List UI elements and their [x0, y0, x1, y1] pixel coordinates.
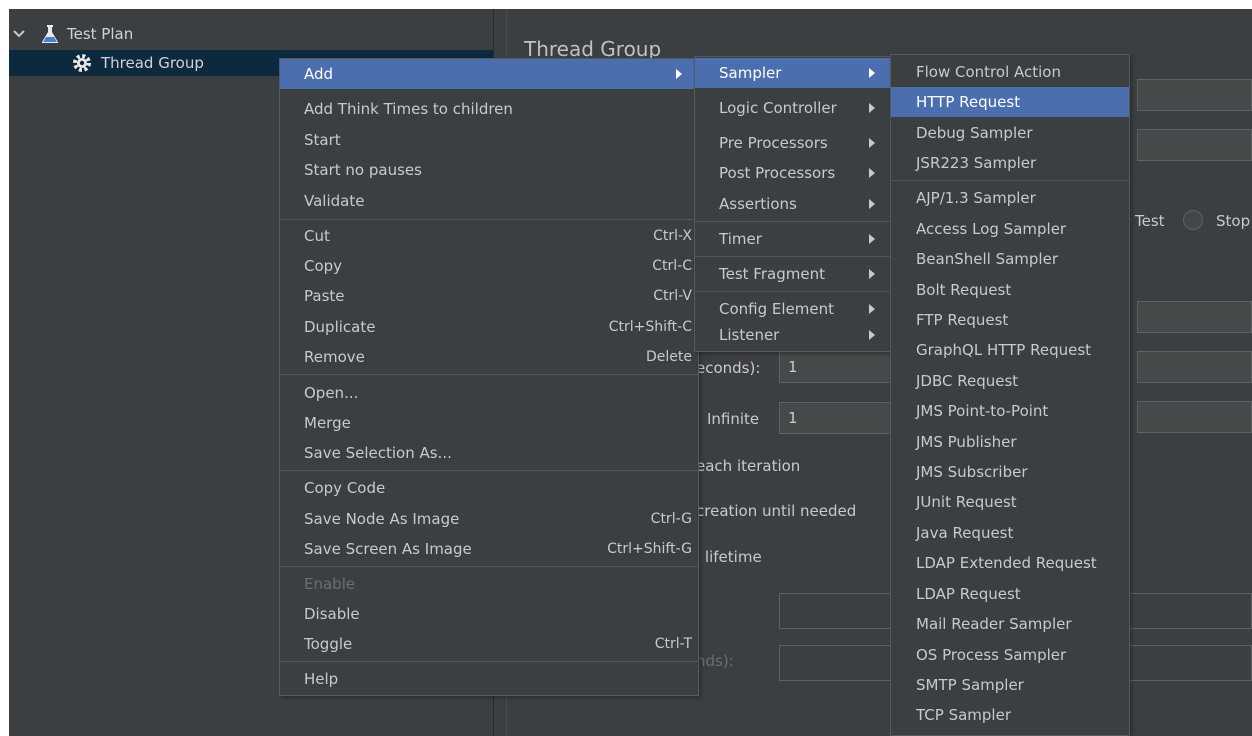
menu-separator — [280, 219, 698, 220]
menu-separator — [280, 661, 698, 662]
submenu-arrow-icon — [869, 103, 875, 113]
sampler-item[interactable]: LDAP Request — [891, 579, 1129, 609]
menu-item-toggle[interactable]: Toggle Ctrl-T — [280, 629, 698, 659]
submenu-arrow-icon — [869, 304, 875, 314]
menu-item-disable[interactable]: Disable — [280, 599, 698, 629]
submenu-item-test-fragment[interactable]: Test Fragment — [695, 259, 891, 289]
sampler-item[interactable]: AJP/1.3 Sampler — [891, 183, 1129, 213]
threads-field[interactable] — [1137, 301, 1252, 333]
submenu-item-sampler[interactable]: Sampler — [695, 58, 891, 88]
stop-thread-option-label: Stop — [1216, 212, 1251, 230]
menu-item-paste[interactable]: Paste Ctrl-V — [280, 281, 698, 311]
menu-separator — [891, 180, 1129, 181]
add-submenu: Sampler Logic Controller Pre Processors … — [694, 56, 892, 352]
sampler-item[interactable]: JMS Publisher — [891, 427, 1129, 457]
sampler-item[interactable]: JSR223 Sampler — [891, 148, 1129, 178]
sampler-item[interactable]: SMTP Sampler — [891, 670, 1129, 700]
loop-count-field[interactable]: 1 — [779, 402, 891, 434]
flask-icon — [41, 24, 59, 44]
sampler-submenu: Flow Control Action HTTP Request Debug S… — [890, 54, 1130, 736]
tree-item-label: Test Plan — [67, 25, 134, 43]
menu-item-add-think-times[interactable]: Add Think Times to children — [280, 94, 698, 124]
ramp-up-value: 1 — [788, 358, 798, 376]
comments-field[interactable] — [1137, 129, 1252, 161]
sampler-item[interactable]: BeanShell Sampler — [891, 244, 1129, 274]
stop-test-option-label: Test — [1135, 212, 1165, 230]
submenu-item-timer[interactable]: Timer — [695, 224, 891, 254]
submenu-arrow-icon — [676, 69, 682, 79]
submenu-arrow-icon — [869, 234, 875, 244]
specify-lifetime-label: l lifetime — [696, 548, 762, 566]
menu-item-enable: Enable — [304, 575, 356, 593]
sampler-item[interactable]: JDBC Request — [891, 366, 1129, 396]
submenu-arrow-icon — [869, 330, 875, 340]
ramp-up-field-right[interactable] — [1137, 351, 1252, 383]
submenu-item-assertions[interactable]: Assertions — [695, 189, 891, 219]
chevron-down-icon[interactable] — [11, 30, 27, 38]
submenu-arrow-icon — [869, 269, 875, 279]
menu-item-copy-code[interactable]: Copy Code — [280, 473, 698, 503]
sampler-item[interactable]: TCP Sampler — [891, 700, 1129, 730]
menu-item-validate[interactable]: Validate — [280, 186, 698, 216]
menu-item-open[interactable]: Open... — [280, 378, 698, 408]
menu-item-add[interactable]: Add — [280, 59, 698, 89]
submenu-item-listener[interactable]: Listener — [695, 320, 891, 350]
menu-item-start-no-pauses[interactable]: Start no pauses — [280, 155, 698, 185]
sampler-item[interactable]: LDAP Extended Request — [891, 548, 1129, 578]
sampler-item[interactable]: FTP Request — [891, 305, 1129, 335]
menu-item-copy[interactable]: Copy Ctrl-C — [280, 251, 698, 281]
sampler-item[interactable]: GraphQL HTTP Request — [891, 335, 1129, 365]
submenu-arrow-icon — [869, 168, 875, 178]
sampler-item[interactable]: Java Request — [891, 518, 1129, 548]
submenu-item-post-processors[interactable]: Post Processors — [695, 158, 891, 188]
menu-item-remove[interactable]: Remove Delete — [280, 342, 698, 372]
menu-item-save-screen-as-image[interactable]: Save Screen As Image Ctrl+Shift-G — [280, 534, 698, 564]
submenu-item-logic-controller[interactable]: Logic Controller — [695, 93, 891, 123]
sampler-item[interactable]: JUnit Request — [891, 487, 1129, 517]
gear-icon — [71, 52, 93, 74]
menu-item-save-node-as-image[interactable]: Save Node As Image Ctrl-G — [280, 504, 698, 534]
sampler-item[interactable]: Debug Sampler — [891, 118, 1129, 148]
jmeter-window: Test Plan Thread Group Thread Group Test… — [9, 9, 1252, 736]
submenu-arrow-icon — [869, 68, 875, 78]
startup-delay-label: nds): — [696, 652, 734, 670]
same-user-label: each iteration — [696, 457, 801, 475]
delay-creation-label: creation until needed — [696, 502, 857, 520]
sampler-item[interactable]: JMS Point-to-Point — [891, 396, 1129, 426]
sampler-item[interactable]: Flow Control Action — [891, 57, 1129, 87]
loop-count-field-right[interactable] — [1137, 401, 1252, 433]
menu-separator — [280, 470, 698, 471]
submenu-arrow-icon — [869, 138, 875, 148]
sampler-item[interactable]: Access Log Sampler — [891, 214, 1129, 244]
menu-item-start[interactable]: Start — [280, 125, 698, 155]
ramp-up-field[interactable]: 1 — [779, 351, 891, 383]
tree-item-label: Thread Group — [101, 54, 204, 72]
sampler-item[interactable]: Bolt Request — [891, 275, 1129, 305]
menu-item-cut[interactable]: Cut Ctrl-X — [280, 221, 698, 251]
menu-item-duplicate[interactable]: Duplicate Ctrl+Shift-C — [280, 312, 698, 342]
submenu-arrow-icon — [869, 199, 875, 209]
menu-item-help[interactable]: Help — [280, 664, 698, 694]
loop-count-value: 1 — [788, 409, 798, 427]
name-field[interactable] — [1137, 79, 1252, 111]
infinite-label: Infinite — [707, 410, 760, 428]
menu-separator — [280, 566, 698, 567]
ramp-up-label: econds): — [696, 359, 761, 377]
tree-item-test-plan[interactable]: Test Plan — [11, 21, 133, 47]
sampler-item[interactable]: JMS Subscriber — [891, 457, 1129, 487]
menu-separator — [280, 374, 698, 375]
sampler-item[interactable]: Mail Reader Sampler — [891, 609, 1129, 639]
sampler-item[interactable]: OS Process Sampler — [891, 640, 1129, 670]
menu-separator — [695, 291, 891, 292]
sampler-item-http-request[interactable]: HTTP Request — [891, 87, 1129, 117]
menu-separator — [695, 221, 891, 222]
context-menu: Add Add Think Times to children Start St… — [279, 58, 699, 696]
menu-item-merge[interactable]: Merge — [280, 408, 698, 438]
menu-separator — [695, 256, 891, 257]
stop-test-radio[interactable] — [1183, 210, 1203, 230]
submenu-item-pre-processors[interactable]: Pre Processors — [695, 128, 891, 158]
menu-item-save-selection-as[interactable]: Save Selection As... — [280, 438, 698, 468]
